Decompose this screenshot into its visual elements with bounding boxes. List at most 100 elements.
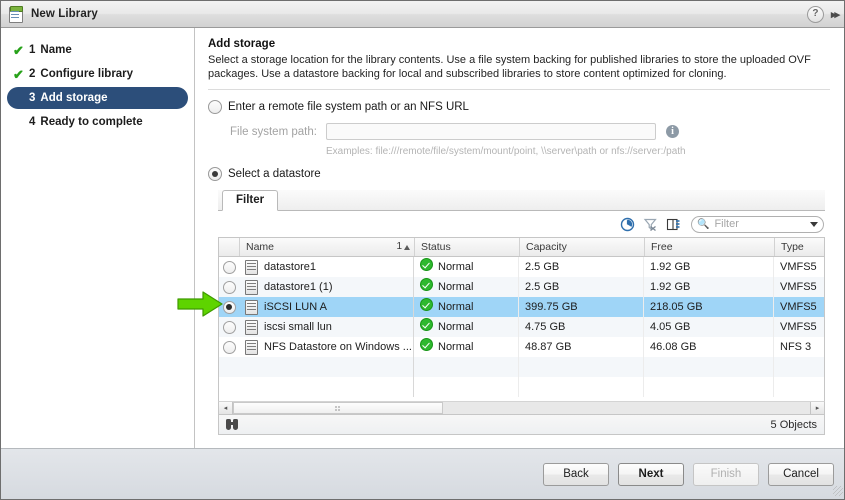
table-row-selected[interactable]: iSCSI LUN A Normal 399.75 GB 218.05 GB V… — [219, 297, 824, 317]
status-ok-icon — [420, 318, 433, 331]
header-select — [219, 238, 239, 256]
row-type: VMFS5 — [780, 301, 817, 313]
row-select-cell[interactable] — [219, 257, 239, 277]
table-row[interactable]: datastore1 Normal 2.5 GB 1.92 GB VMFS5 — [219, 257, 824, 277]
empty-cell — [774, 357, 824, 377]
library-icon — [8, 6, 24, 23]
object-count: 5 Objects — [770, 418, 817, 431]
row-radio[interactable] — [222, 340, 236, 354]
step-label: Ready to complete — [40, 116, 143, 128]
row-select-cell[interactable] — [219, 317, 239, 337]
back-button[interactable]: Back — [543, 462, 609, 486]
tab-filter[interactable]: Filter — [222, 190, 279, 211]
row-radio[interactable] — [222, 260, 236, 274]
row-capacity: 2.5 GB — [519, 257, 644, 277]
row-radio-selected[interactable] — [222, 300, 236, 314]
table-row-empty — [219, 357, 824, 377]
table-row[interactable]: iscsi small lun Normal 4.75 GB 4.05 GB V… — [219, 317, 824, 337]
datastore-filter-panel: Filter 🔍 Filter Name 1 Status Capacity F… — [218, 190, 825, 435]
sidebar-item-ready-to-complete[interactable]: 4 Ready to complete — [7, 111, 188, 133]
sidebar-item-name[interactable]: ✔ 1 Name — [7, 39, 188, 61]
filter-search-input[interactable] — [712, 217, 807, 231]
help-icon[interactable]: ? — [806, 5, 824, 23]
header-status[interactable]: Status — [414, 238, 519, 256]
table-body: datastore1 Normal 2.5 GB 1.92 GB VMFS5 d… — [219, 257, 824, 401]
window-titlebar: New Library ? ▸▸ — [1, 1, 844, 28]
filter-tabstrip: Filter — [218, 190, 825, 211]
file-system-path-input[interactable] — [326, 123, 656, 140]
row-select-cell[interactable] — [219, 277, 239, 297]
row-free: 1.92 GB — [644, 277, 774, 297]
row-status-cell: Normal — [414, 257, 519, 277]
row-type: VMFS5 — [780, 261, 817, 273]
chevron-double-right-icon[interactable]: ▸▸ — [831, 8, 840, 21]
window-title: New Library — [31, 8, 98, 20]
row-name-cell: datastore1 — [239, 257, 414, 277]
row-name-cell: datastore1 (1) — [239, 277, 414, 297]
scroll-right-button[interactable]: ▸ — [810, 402, 824, 414]
cancel-button[interactable]: Cancel — [768, 462, 834, 486]
header-name-label: Name — [246, 241, 275, 253]
row-free: 46.08 GB — [644, 337, 774, 357]
row-status-cell: Normal — [414, 277, 519, 297]
recent-tasks-icon[interactable] — [620, 217, 635, 232]
row-status-cell: Normal — [414, 337, 519, 357]
header-type[interactable]: Type — [774, 238, 824, 256]
radio-remote-path[interactable]: Enter a remote file system path or an NF… — [208, 100, 830, 114]
resize-grip[interactable] — [833, 486, 843, 496]
row-select-cell[interactable] — [219, 297, 239, 317]
row-free: 1.92 GB — [644, 257, 774, 277]
info-icon[interactable]: i — [666, 125, 679, 138]
scrollbar-thumb[interactable] — [233, 402, 443, 414]
row-status: Normal — [438, 321, 474, 333]
clear-filter-icon[interactable] — [643, 217, 658, 232]
empty-cell — [519, 377, 644, 397]
step-number: 4 — [29, 116, 36, 128]
header-name[interactable]: Name 1 — [239, 238, 414, 256]
scroll-left-button[interactable]: ◂ — [219, 402, 233, 414]
table-row-empty — [219, 377, 824, 397]
table-header-row: Name 1 Status Capacity Free Type — [219, 238, 824, 257]
scrollbar-track[interactable] — [233, 402, 810, 414]
sort-asc-icon — [404, 244, 410, 250]
chevron-down-icon[interactable] — [810, 221, 818, 227]
empty-cell — [519, 357, 644, 377]
row-capacity: 48.87 GB — [519, 337, 644, 357]
row-name-cell: NFS Datastore on Windows ... — [239, 337, 414, 357]
row-name: iscsi small lun — [264, 321, 332, 333]
row-capacity: 4.75 GB — [519, 317, 644, 337]
row-name: NFS Datastore on Windows ... — [264, 341, 412, 353]
finish-button: Finish — [693, 462, 759, 486]
step-label: Configure library — [40, 68, 134, 80]
empty-cell — [239, 377, 414, 397]
sidebar-item-configure-library[interactable]: ✔ 2 Configure library — [7, 63, 188, 85]
filter-search-box[interactable]: 🔍 — [691, 215, 824, 233]
file-system-path-row: File system path: i — [208, 123, 830, 140]
header-capacity[interactable]: Capacity — [519, 238, 644, 256]
show-columns-icon[interactable] — [666, 217, 681, 232]
next-button[interactable]: Next — [618, 462, 684, 486]
table-row[interactable]: datastore1 (1) Normal 2.5 GB 1.92 GB VMF… — [219, 277, 824, 297]
table-row[interactable]: NFS Datastore on Windows ... Normal 48.8… — [219, 337, 824, 357]
table-toolbar: 🔍 — [218, 211, 825, 237]
empty-cell — [644, 357, 774, 377]
sidebar-item-add-storage[interactable]: 3 Add storage — [7, 87, 188, 109]
row-capacity: 2.5 GB — [519, 277, 644, 297]
sort-indicator: 1 — [396, 238, 410, 256]
row-status-cell: Normal — [414, 317, 519, 337]
empty-cell — [644, 377, 774, 397]
page-description: Select a storage location for the librar… — [208, 54, 811, 80]
radio-select-datastore[interactable]: Select a datastore — [208, 167, 830, 181]
sort-order-number: 1 — [396, 241, 402, 252]
row-status: Normal — [438, 261, 474, 273]
radio-select-datastore-control[interactable] — [208, 167, 222, 181]
row-select-cell[interactable] — [219, 337, 239, 357]
row-radio[interactable] — [222, 320, 236, 334]
radio-remote-path-control[interactable] — [208, 100, 222, 114]
binoculars-icon[interactable] — [226, 419, 240, 430]
status-ok-icon — [420, 298, 433, 311]
datastore-icon — [245, 319, 258, 335]
horizontal-scrollbar[interactable]: ◂ ▸ — [218, 401, 825, 415]
header-free[interactable]: Free — [644, 238, 774, 256]
row-radio[interactable] — [222, 280, 236, 294]
